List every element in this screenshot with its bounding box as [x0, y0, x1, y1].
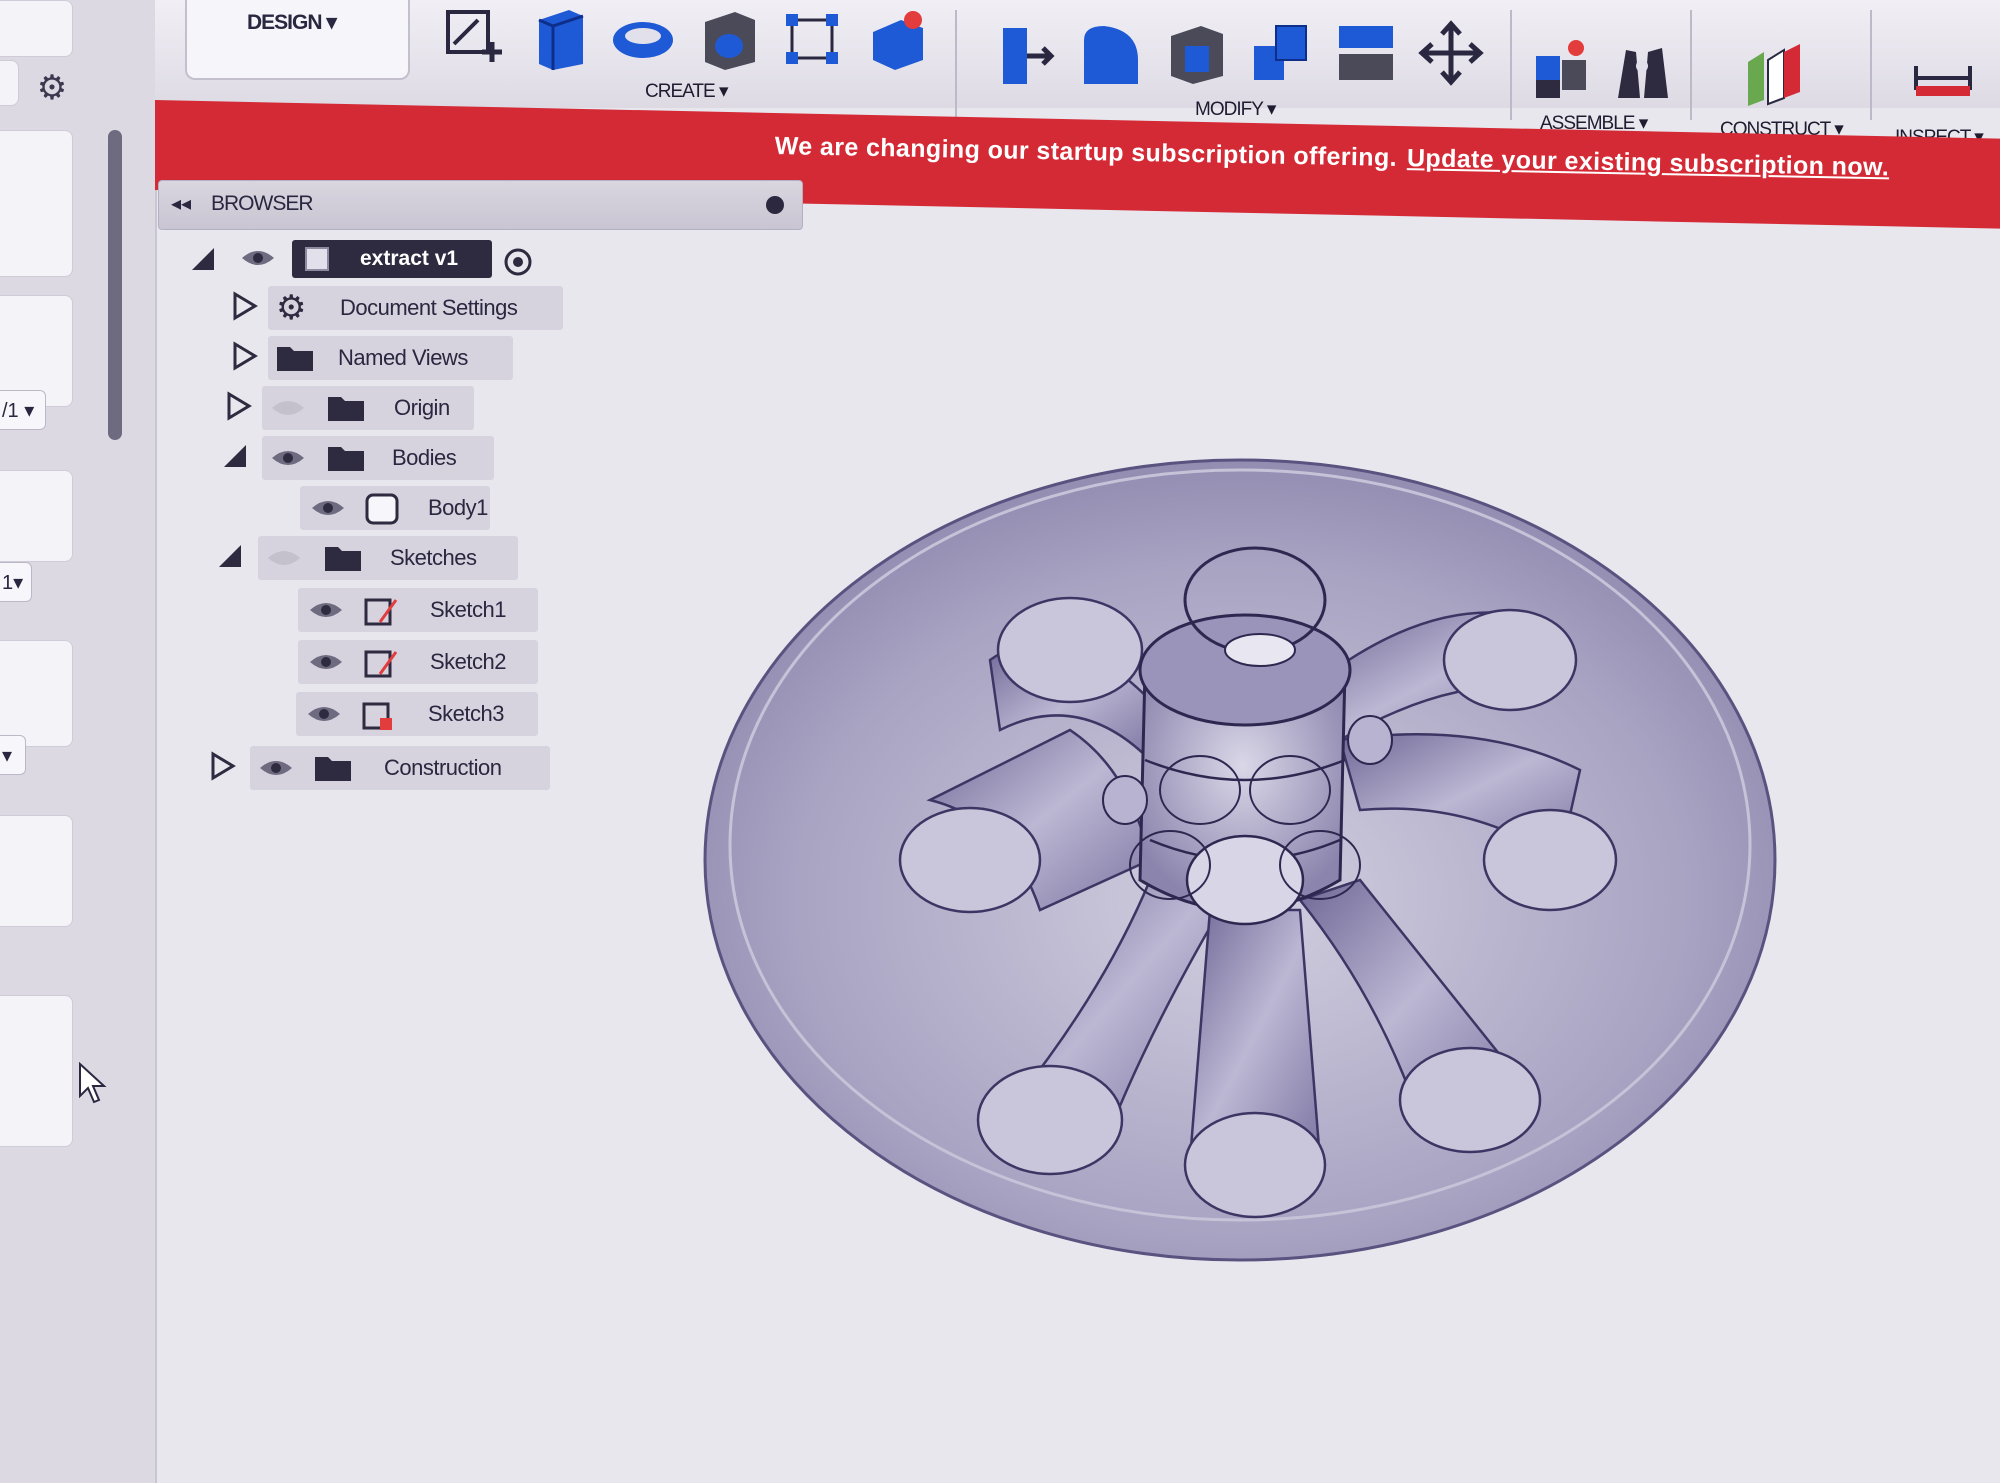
eye-icon[interactable]	[308, 598, 344, 622]
tree-item-sketch3[interactable]: Sketch3	[296, 692, 538, 736]
create-label: CREATE	[645, 81, 716, 102]
collapse-triangle-icon[interactable]	[188, 244, 216, 274]
tree-item-label: Sketch1	[430, 597, 507, 622]
workspace-switcher-button[interactable]: DESIGN ▾	[185, 0, 410, 80]
collapse-panel-icon[interactable]: ◂◂	[171, 191, 191, 216]
shell-icon[interactable]	[1163, 20, 1229, 86]
joint-icon[interactable]	[1610, 38, 1676, 104]
sketch-icon	[364, 650, 398, 678]
eye-icon[interactable]	[270, 446, 306, 470]
panel-card	[0, 130, 73, 277]
toolbar-divider	[1870, 10, 1872, 120]
move-icon[interactable]	[1418, 20, 1484, 86]
mouse-pointer-icon	[79, 1062, 107, 1104]
tree-item-label: Named Views	[338, 345, 468, 370]
tree-item-label: Bodies	[392, 445, 457, 470]
fillet-icon[interactable]	[1078, 20, 1144, 86]
folder-icon	[325, 547, 361, 571]
document-icon	[305, 247, 329, 271]
version-select-value: /1	[2, 400, 19, 422]
activate-radio-icon[interactable]	[503, 247, 533, 277]
tree-item-label: Body1	[428, 495, 488, 520]
tree-item-bodies[interactable]: Bodies	[262, 436, 494, 480]
eye-hidden-icon[interactable]	[270, 396, 306, 420]
tree-item-body1[interactable]: Body1	[300, 486, 490, 530]
sketch-icon	[364, 598, 398, 626]
version-select-value: 1	[2, 572, 14, 594]
toolbar-divider	[1690, 10, 1692, 120]
folder-icon	[315, 757, 351, 781]
modify-label: MODIFY	[1195, 99, 1264, 120]
tree-item-label: Origin	[394, 395, 450, 420]
workspace-label: DESIGN	[247, 11, 323, 34]
scrollbar[interactable]	[108, 130, 122, 440]
tree-item-sketches[interactable]: Sketches	[258, 536, 518, 580]
eye-icon[interactable]	[258, 756, 294, 780]
sketch-icon	[362, 702, 392, 730]
eye-hidden-icon[interactable]	[266, 546, 302, 570]
hole-icon[interactable]	[695, 6, 761, 72]
eye-icon[interactable]	[308, 650, 344, 674]
create-sketch-icon[interactable]	[440, 6, 506, 72]
split-body-icon[interactable]	[1333, 20, 1399, 86]
panel-card	[0, 470, 73, 562]
folder-icon	[328, 397, 364, 421]
folder-icon	[277, 347, 313, 371]
left-side-panel: ⚙ /1 ▾ 1▾ ▾	[0, 0, 157, 1483]
expand-triangle-icon[interactable]	[208, 751, 236, 781]
tree-item-sketch1[interactable]: Sketch1	[298, 588, 538, 632]
eye-icon[interactable]	[310, 496, 346, 520]
browser-title: BROWSER	[211, 192, 314, 215]
version-select[interactable]: /1 ▾	[0, 390, 46, 430]
root-component[interactable]: extract v1	[292, 240, 492, 278]
root-component-label: extract v1	[360, 247, 459, 270]
panel-card	[0, 0, 73, 57]
offset-plane-icon[interactable]	[1740, 40, 1806, 106]
tree-item-label: Sketches	[390, 545, 477, 570]
dropdown-select[interactable]: ▾	[0, 735, 26, 775]
tree-item-label: Sketch2	[430, 649, 507, 674]
eye-icon[interactable]	[240, 246, 276, 270]
tree-item-label: Document Settings	[340, 295, 518, 320]
tree-item-document-settings[interactable]: ⚙ Document Settings	[268, 286, 563, 330]
measure-icon[interactable]	[1910, 56, 1976, 122]
tree-item-sketch2[interactable]: Sketch2	[298, 640, 538, 684]
tree-item-label: Construction	[384, 755, 502, 780]
modify-menu-label[interactable]: MODIFY ▾	[1195, 98, 1276, 121]
expand-triangle-icon[interactable]	[230, 341, 258, 371]
combine-icon[interactable]	[1248, 20, 1314, 86]
panel-card	[0, 640, 73, 747]
eye-icon[interactable]	[306, 702, 342, 726]
create-form-icon[interactable]	[865, 6, 931, 72]
expand-triangle-icon[interactable]	[230, 291, 258, 321]
toolbar-divider	[1510, 10, 1512, 120]
revolve-icon[interactable]	[610, 6, 676, 72]
collapse-triangle-icon[interactable]	[215, 541, 243, 571]
expand-triangle-icon[interactable]	[224, 391, 252, 421]
toolbar-divider	[955, 10, 957, 120]
tree-item-origin[interactable]: Origin	[262, 386, 474, 430]
new-component-icon[interactable]	[1530, 36, 1596, 102]
gear-icon[interactable]: ⚙	[34, 70, 70, 106]
version-select[interactable]: 1▾	[0, 562, 32, 602]
tree-item-construction[interactable]: Construction	[250, 746, 550, 790]
gear-icon: ⚙	[276, 289, 307, 327]
folder-icon	[328, 447, 364, 471]
tree-item-label: Sketch3	[428, 701, 505, 726]
panel-card	[0, 60, 19, 106]
panel-card	[0, 995, 73, 1147]
extrude-icon[interactable]	[525, 6, 591, 72]
create-menu-label[interactable]: CREATE ▾	[645, 80, 728, 103]
pattern-icon[interactable]	[780, 6, 846, 72]
collapse-triangle-icon[interactable]	[220, 441, 248, 471]
press-pull-icon[interactable]	[993, 20, 1059, 86]
pin-panel-icon[interactable]	[766, 196, 784, 214]
panel-card	[0, 815, 73, 927]
toolbar: DESIGN ▾ CREATE ▾ MODIFY ▾ ASSEMBLE ▾ CO…	[155, 0, 2000, 148]
body-icon	[365, 493, 399, 525]
browser-header[interactable]: ◂◂ BROWSER	[158, 180, 803, 230]
3d-viewport[interactable]	[680, 440, 1800, 1280]
tree-item-named-views[interactable]: Named Views	[268, 336, 513, 380]
